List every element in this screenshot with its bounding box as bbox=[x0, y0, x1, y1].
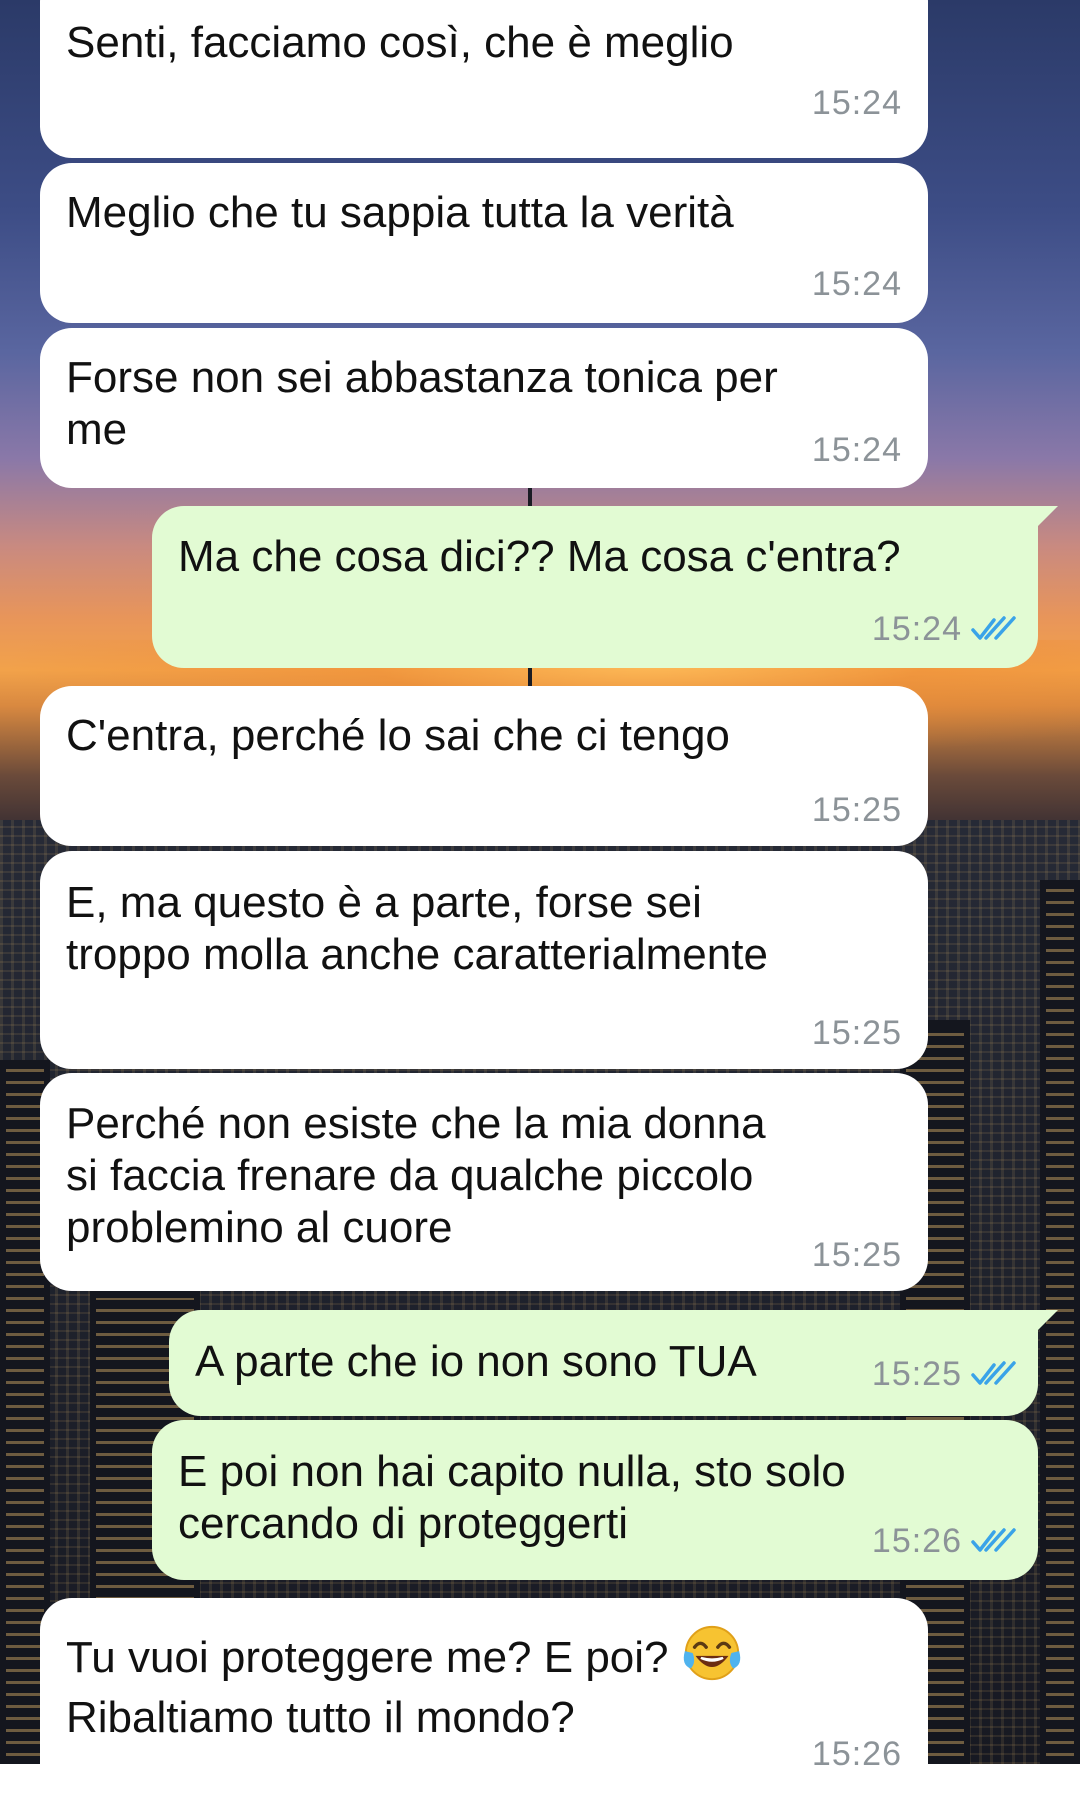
message-bubble-incoming[interactable]: Meglio che tu sappia tutta la verità 15:… bbox=[40, 163, 928, 323]
message-text: Tu vuoi proteggere me? E poi? Ribaltiamo… bbox=[66, 1622, 902, 1748]
message-text-line: Tu vuoi proteggere me? E poi? bbox=[66, 1633, 681, 1682]
message-text: Forse non sei abbastanza tonica per me bbox=[66, 353, 778, 454]
bubble-tail bbox=[1032, 506, 1058, 532]
message-bubble-outgoing[interactable]: A parte che io non sono TUA 15:25 bbox=[169, 1310, 1058, 1416]
message-bubble-incoming[interactable]: Perché non esiste che la mia donna si fa… bbox=[40, 1073, 928, 1291]
message-time: 15:26 bbox=[811, 1735, 902, 1773]
message-time: 15:24 bbox=[811, 265, 902, 303]
message-bubble-incoming[interactable]: C'entra, perché lo sai che ci tengo 15:2… bbox=[40, 686, 928, 846]
message-text: Ma che cosa dici?? Ma cosa c'entra? bbox=[178, 532, 901, 581]
message-bubble-incoming[interactable]: E, ma questo è a parte, forse sei troppo… bbox=[40, 851, 928, 1069]
message-time: 15:24 bbox=[811, 84, 902, 122]
message-time: 15:25 bbox=[871, 1355, 962, 1393]
message-text: A parte che io non sono TUA bbox=[195, 1337, 757, 1386]
message-time: 15:25 bbox=[811, 791, 902, 829]
bubble-tail bbox=[1032, 1310, 1058, 1336]
message-time: 15:25 bbox=[811, 1236, 902, 1274]
double-check-read-icon bbox=[971, 1528, 1016, 1552]
face-with-tears-of-joy-icon bbox=[683, 1625, 740, 1681]
message-time: 15:25 bbox=[811, 1014, 902, 1052]
message-meta: 15:26 bbox=[872, 1521, 1016, 1561]
message-meta: 15:24 bbox=[872, 609, 1016, 649]
message-text: Perché non esiste che la mia donna si fa… bbox=[66, 1099, 766, 1252]
message-bubble-incoming[interactable]: Forse non sei abbastanza tonica per me 1… bbox=[40, 328, 928, 488]
message-bubble-incoming[interactable]: Senti, facciamo così, che è meglio 15:24 bbox=[40, 0, 928, 158]
message-time: 15:26 bbox=[871, 1522, 962, 1560]
message-text: C'entra, perché lo sai che ci tengo bbox=[66, 711, 730, 760]
message-text: E, ma questo è a parte, forse sei troppo… bbox=[66, 878, 768, 979]
message-bubble-incoming[interactable]: Tu vuoi proteggere me? E poi? Ribaltiamo… bbox=[40, 1598, 928, 1798]
double-check-read-icon bbox=[971, 1361, 1016, 1385]
message-bubble-outgoing[interactable]: E poi non hai capito nulla, sto solo cer… bbox=[152, 1420, 1038, 1580]
message-text-line: Ribaltiamo tutto il mondo? bbox=[66, 1693, 575, 1742]
message-text: Meglio che tu sappia tutta la verità bbox=[66, 188, 734, 237]
message-bubble-outgoing[interactable]: Ma che cosa dici?? Ma cosa c'entra? 15:2… bbox=[152, 506, 1058, 668]
message-time: 15:24 bbox=[811, 431, 902, 469]
message-meta: 15:25 bbox=[872, 1354, 1016, 1394]
message-text: Senti, facciamo così, che è meglio bbox=[66, 18, 734, 67]
message-time: 15:24 bbox=[871, 610, 962, 648]
double-check-read-icon bbox=[971, 616, 1016, 640]
